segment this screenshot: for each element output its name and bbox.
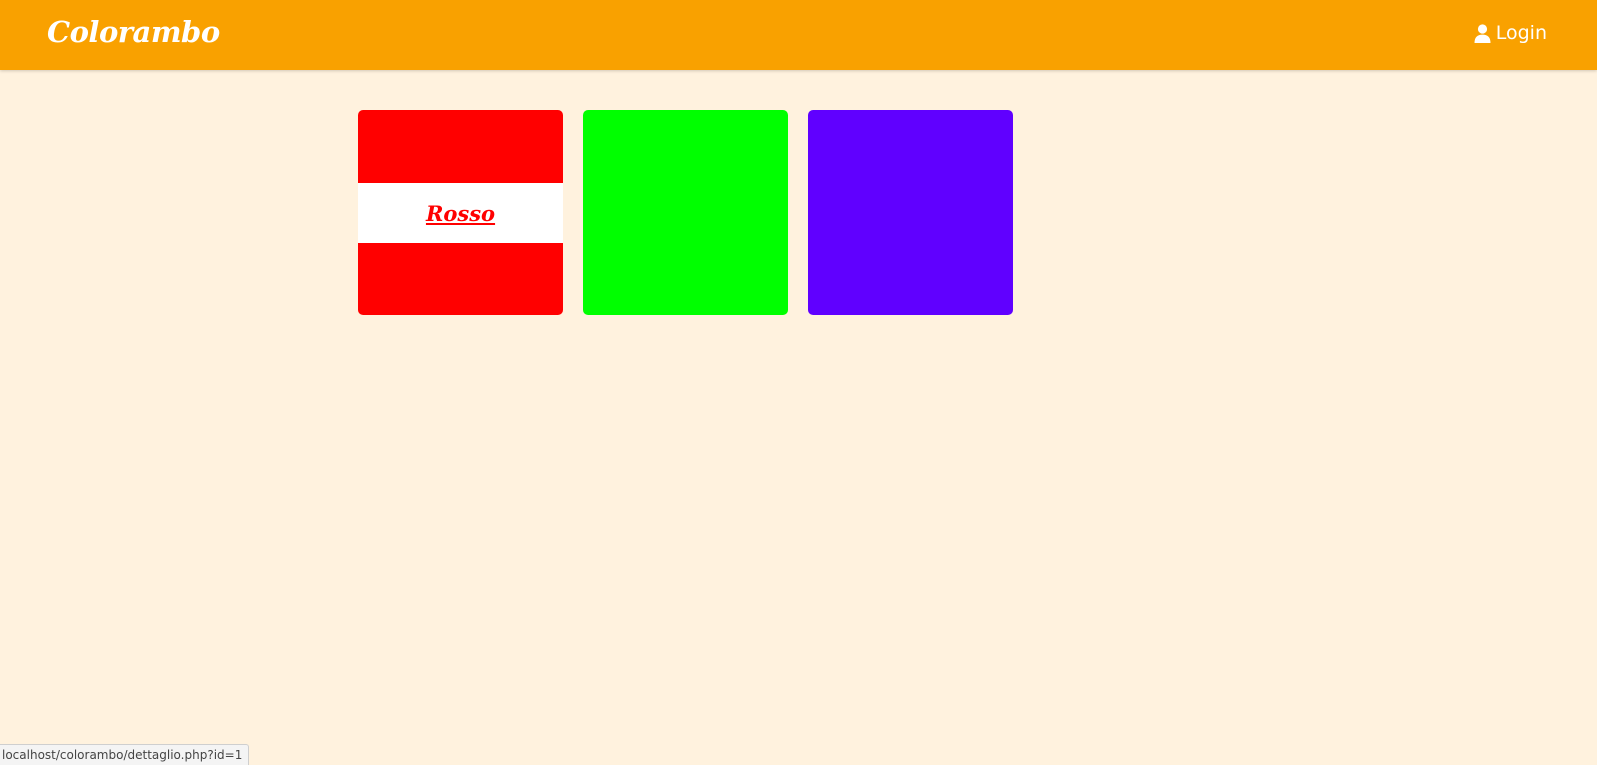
color-card-purple[interactable] xyxy=(808,110,1013,315)
login-label: Login xyxy=(1495,22,1547,44)
status-bar-url: localhost/colorambo/dettaglio.php?id=1 xyxy=(0,744,250,765)
navbar: Colorambo Login xyxy=(0,0,1597,70)
login-link[interactable]: Login xyxy=(1474,22,1547,44)
user-icon xyxy=(1474,23,1491,43)
color-card-rosso[interactable]: Rosso xyxy=(358,110,563,315)
color-card-link[interactable]: Rosso xyxy=(426,201,495,226)
color-card-green[interactable] xyxy=(583,110,788,315)
brand-logo[interactable]: Colorambo xyxy=(47,15,220,49)
color-card-label-band: Rosso xyxy=(358,183,563,243)
